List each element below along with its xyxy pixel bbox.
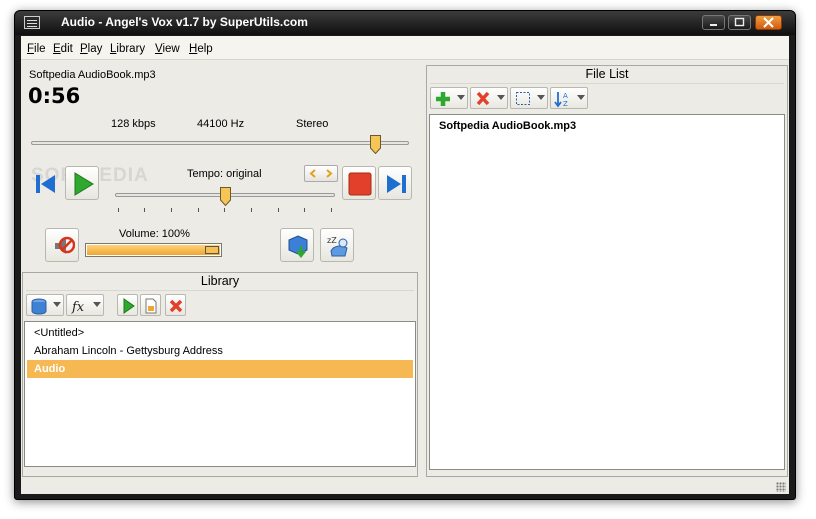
menu-file[interactable]: File [27,43,46,55]
export-icon [288,235,308,258]
minimize-icon [710,24,717,26]
app-menu-icon[interactable] [24,16,40,29]
file-list-toolbar: A Z [430,83,784,109]
menu-view[interactable]: View [155,43,180,55]
sample-rate-label: 44100 Hz [197,118,245,130]
library-list-item[interactable]: Audio [27,360,413,378]
play-button[interactable] [65,166,99,200]
resize-grip[interactable] [776,482,786,492]
library-list-item[interactable]: Abraham Lincoln - Gettysburg Address [27,342,413,360]
status-bar [21,481,789,494]
svg-text:fx: fx [71,300,85,315]
menu-bar: File Edit Play Library View Help [21,36,789,60]
skip-forward-icon [387,175,406,193]
sort-dropdown-button[interactable]: A Z [550,87,588,109]
database-icon [31,298,47,315]
select-icon [516,92,530,105]
now-playing-file: Softpedia AudioBook.mp3 [29,69,156,81]
playback-time: 0:56 [28,84,81,108]
speaker-mute-icon [55,236,75,254]
volume-slider-thumb[interactable] [205,246,219,254]
svg-text:A: A [563,92,568,100]
library-toolbar: fx [26,290,414,316]
stop-button[interactable] [342,166,376,200]
app-window: Audio - Angel's Vox v1.7 by SuperUtils.c… [14,10,796,500]
export-button[interactable] [280,228,314,262]
stop-icon [348,172,372,196]
window-title: Audio - Angel's Vox v1.7 by SuperUtils.c… [61,15,308,29]
title-bar[interactable]: Audio - Angel's Vox v1.7 by SuperUtils.c… [15,11,795,35]
select-dropdown-button[interactable] [510,87,548,109]
position-slider-thumb[interactable] [369,135,381,154]
new-document-button[interactable] [140,294,161,316]
library-play-button[interactable] [117,294,138,316]
library-delete-button[interactable] [165,294,186,316]
sleep-button[interactable]: zZ [320,228,354,262]
close-button[interactable] [755,15,782,30]
sleep-icon: zZ [327,236,348,257]
database-dropdown-button[interactable] [26,294,64,316]
player-panel: Softpedia AudioBook.mp3 0:56 128 kbps 44… [22,65,418,477]
channels-label: Stereo [296,118,329,130]
file-list-title: File List [585,67,629,81]
menu-library[interactable]: Library [110,43,145,55]
tempo-nudge-buttons[interactable] [304,165,338,182]
library-section: Library fx <Untitled> Abraham Lincoln - … [22,272,418,477]
close-icon [763,17,774,28]
add-files-dropdown-button[interactable] [430,87,468,109]
library-title: Library [200,274,240,288]
remove-icon [476,91,490,106]
minimize-button[interactable] [702,15,725,30]
menu-help[interactable]: Help [189,43,213,55]
file-list-section: File List A Z Softpedia AudioBook.mp3 [426,65,788,477]
maximize-icon [734,17,745,27]
function-icon: fx [71,300,85,315]
menu-play[interactable]: Play [80,43,102,55]
volume-slider[interactable] [85,243,222,257]
remove-files-dropdown-button[interactable] [470,87,508,109]
tempo-ticks [118,208,332,213]
svg-text:Z: Z [563,100,568,108]
volume-label: Volume: 100% [119,228,190,240]
library-list-item[interactable]: <Untitled> [27,324,413,342]
skip-back-icon [36,175,55,193]
add-icon [436,92,450,106]
function-dropdown-button[interactable]: fx [66,294,104,316]
previous-button[interactable] [28,166,62,200]
delete-icon [169,299,183,313]
new-document-icon [145,298,157,314]
mute-button[interactable] [45,228,79,262]
svg-text:zZ: zZ [327,236,337,245]
sort-az-icon: A Z [554,92,568,108]
tempo-slider-thumb[interactable] [220,187,231,206]
library-list[interactable]: <Untitled> Abraham Lincoln - Gettysburg A… [24,321,416,467]
chevron-left-right-icon [309,169,333,178]
file-list[interactable]: Softpedia AudioBook.mp3 [429,114,785,470]
next-button[interactable] [378,166,412,200]
position-slider[interactable] [31,141,409,145]
play-icon [74,172,94,196]
tempo-label: Tempo: original [187,168,262,180]
client-area: File Edit Play Library View Help Softped… [21,36,789,494]
play-icon [123,298,135,314]
bitrate-label: 128 kbps [111,118,156,130]
maximize-button[interactable] [728,15,751,30]
menu-edit[interactable]: Edit [53,43,73,55]
volume-fill [87,245,220,255]
file-list-item[interactable]: Softpedia AudioBook.mp3 [432,117,782,135]
